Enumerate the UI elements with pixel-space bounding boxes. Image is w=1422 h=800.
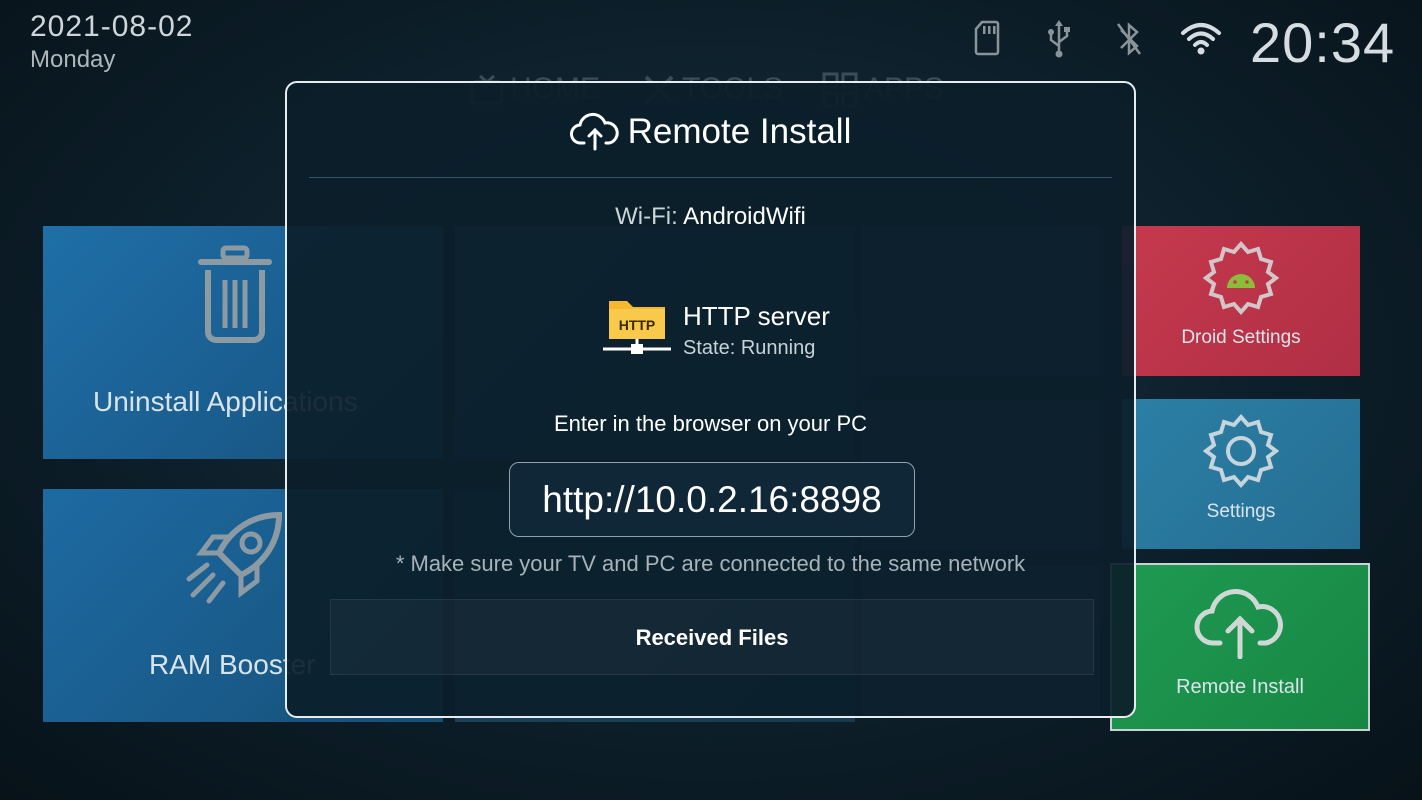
wifi-name: AndroidWifi [683,203,806,230]
wifi-info: Wi-Fi: AndroidWifi [287,203,1134,231]
dialog-title: Remote Install [287,111,1134,152]
http-server-status: HTTP HTTP server State: Running [603,295,863,365]
remote-install-dialog: Remote Install Wi-Fi: AndroidWifi HTTP H… [285,81,1136,718]
remote-install-label: Remote Install [1176,676,1304,698]
droid-settings-tile[interactable]: Droid Settings [1122,226,1360,376]
received-files-button[interactable]: Received Files [330,599,1094,675]
remote-install-tile[interactable]: Remote Install [1112,565,1368,729]
date-text: 2021-08-02 [30,10,194,43]
bluetooth-off-icon [1116,22,1142,56]
http-folder-icon: HTTP [603,301,671,354]
rocket-icon [186,511,283,604]
sd-card-icon [974,20,1000,56]
gear-icon [1203,413,1279,489]
status-icons [968,20,1228,64]
droid-settings-label: Droid Settings [1181,327,1301,348]
dialog-title-text: Remote Install [627,112,852,151]
server-name: HTTP server [683,301,830,331]
cloud-upload-icon [569,112,619,151]
server-state: State: Running [683,337,816,359]
usb-icon [1048,20,1070,58]
weekday-text: Monday [30,46,116,73]
settings-label: Settings [1206,501,1276,522]
cloud-upload-icon [1194,589,1283,659]
trash-icon [198,245,272,343]
title-divider [309,177,1112,178]
clock: 20:34 [1250,11,1396,74]
android-gear-icon [1203,240,1279,316]
wifi-label: Wi-Fi: [615,203,678,230]
browser-instruction: Enter in the browser on your PC [553,411,868,436]
server-url: http://10.0.2.16:8898 [509,462,915,537]
wifi-icon [1181,23,1221,55]
settings-tile[interactable]: Settings [1122,399,1360,549]
http-folder-text: HTTP [619,317,656,333]
network-note: * Make sure your TV and PC are connected… [395,551,1026,576]
